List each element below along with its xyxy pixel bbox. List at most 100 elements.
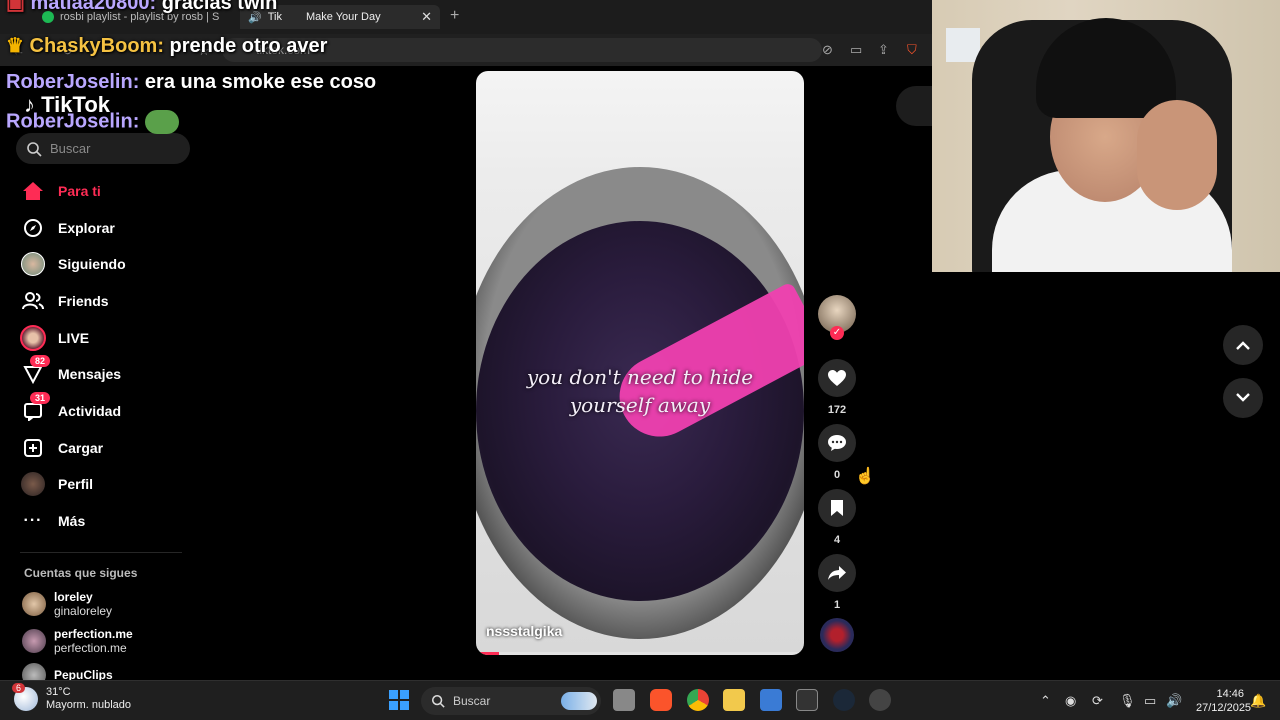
- share-arrow-icon: [828, 566, 846, 580]
- chat-message: RoberJoselin: era una smoke ese coso: [6, 71, 376, 94]
- sidebar-item-label: Perfil: [58, 476, 94, 492]
- sidebar-item-mas[interactable]: ··· Más: [20, 506, 86, 536]
- epic-games-icon[interactable]: [796, 689, 818, 711]
- sync-icon[interactable]: ⟳: [1092, 693, 1103, 709]
- sidebar-item-live[interactable]: LIVE: [20, 323, 89, 353]
- video-player[interactable]: you don't need to hide yourself away nss…: [476, 71, 804, 655]
- microphone-icon[interactable]: 🎙: [1119, 693, 1136, 709]
- hand-image: [1137, 100, 1217, 210]
- chat-user: RoberJoselin:: [6, 110, 140, 133]
- account-handle: ginaloreley: [54, 604, 113, 618]
- activity-badge: 31: [30, 392, 51, 404]
- weather-text: Mayorm. nublado: [46, 699, 131, 711]
- chat-user: RoberJoselin:: [6, 71, 140, 93]
- chat-text: prende otro aver: [169, 35, 328, 57]
- brave-shield-icon[interactable]: ⛉: [907, 42, 917, 58]
- chrome-icon[interactable]: [687, 689, 709, 711]
- tray-overflow-icon[interactable]: ⌃: [1040, 693, 1051, 709]
- chat-text: gracias twin: [161, 0, 278, 14]
- sidebar-item-para-ti[interactable]: Para ti: [20, 176, 101, 206]
- video-author[interactable]: nssstalgika: [486, 623, 562, 639]
- profile-icon: [20, 471, 46, 497]
- obs-icon[interactable]: [869, 689, 891, 711]
- share-icon[interactable]: ⇪: [878, 42, 889, 58]
- weather-widget[interactable]: 6 31°C Mayorm. nublado: [12, 683, 131, 712]
- new-tab-icon[interactable]: +: [450, 7, 459, 25]
- save-button[interactable]: [818, 489, 856, 527]
- sidebar-item-label: Siguiendo: [58, 256, 126, 272]
- search-icon: [27, 141, 42, 157]
- caption-line: yourself away: [569, 393, 711, 417]
- sidebar-divider: [20, 552, 182, 553]
- comment-button[interactable]: [818, 424, 856, 462]
- compass-icon: [20, 215, 46, 241]
- search-input[interactable]: [50, 141, 170, 156]
- like-count: 172: [827, 404, 847, 416]
- next-video-button[interactable]: [1223, 378, 1263, 418]
- close-tab-icon[interactable]: ✕: [421, 9, 432, 25]
- share-button[interactable]: [818, 554, 856, 592]
- clock[interactable]: 14:46 27/12/2025: [1196, 687, 1251, 715]
- sidebar-item-explorar[interactable]: Explorar: [20, 213, 115, 243]
- home-icon: [20, 178, 46, 204]
- frog-emote-icon: [144, 110, 179, 134]
- sidebar-item-label: Actividad: [58, 403, 122, 419]
- temperature: 31°C: [46, 686, 71, 698]
- more-icon: ···: [23, 512, 43, 529]
- sidebar-item-label: Cargar: [58, 440, 104, 456]
- network-icon[interactable]: ▭: [1144, 693, 1156, 709]
- chat-text: era una smoke ese coso: [144, 71, 377, 93]
- sidebar-item-cargar[interactable]: Cargar: [20, 433, 103, 463]
- like-button[interactable]: [818, 359, 856, 397]
- sidebar-item-friends[interactable]: Friends: [20, 286, 109, 316]
- chat-message: ▣ matiaa20800: gracias twin: [6, 0, 277, 15]
- discord-icon[interactable]: ◉: [1065, 693, 1076, 709]
- sidebar-item-actividad[interactable]: 31 Actividad: [20, 392, 122, 426]
- sidebar-item-label: Mensajes: [58, 366, 122, 382]
- account-handle: perfection.me: [54, 641, 127, 655]
- messages-badge: 82: [30, 355, 51, 367]
- brave-browser-icon[interactable]: [650, 689, 672, 711]
- comment-icon: [828, 435, 846, 451]
- chat-user: matiaa20800:: [30, 0, 157, 14]
- cast-icon[interactable]: ▭: [850, 42, 862, 58]
- time: 14:46: [1216, 688, 1244, 700]
- sidebar-item-label: Para ti: [58, 183, 101, 199]
- following-account[interactable]: loreley ginaloreley: [22, 590, 112, 618]
- sidebar-item-label: Friends: [58, 293, 109, 309]
- search-highlight-icon: [561, 692, 597, 710]
- video-progress[interactable]: [476, 652, 804, 655]
- previous-video-button[interactable]: [1223, 325, 1263, 365]
- date: 27/12/2025: [1196, 702, 1252, 714]
- taskbar-search[interactable]: Buscar: [421, 687, 601, 715]
- microsoft-store-icon[interactable]: [760, 689, 782, 711]
- media-icon[interactable]: ⊘: [822, 42, 833, 58]
- steam-icon[interactable]: [833, 689, 855, 711]
- badge-icon: ▣: [6, 0, 25, 14]
- sidebar-item-mensajes[interactable]: 82 Mensajes: [20, 355, 122, 389]
- save-count: 4: [833, 534, 841, 546]
- search-bar[interactable]: [16, 133, 190, 164]
- caption-line: you don't need to hide: [526, 365, 754, 389]
- side-pill[interactable]: [896, 86, 936, 126]
- friends-icon: [20, 288, 46, 314]
- follow-check-icon[interactable]: ✓: [830, 326, 844, 340]
- sidebar-item-perfil[interactable]: Perfil: [20, 469, 93, 499]
- volume-icon[interactable]: 🔊: [1166, 693, 1182, 709]
- search-icon: [431, 694, 445, 708]
- sidebar-item-label: Más: [58, 513, 86, 529]
- hand-cursor-icon: ☝: [855, 468, 875, 485]
- chevron-down-icon: [1236, 393, 1250, 402]
- account-name: perfection.me: [54, 627, 133, 641]
- start-button[interactable]: [389, 690, 409, 710]
- sidebar-item-siguiendo[interactable]: Siguiendo: [20, 249, 126, 279]
- video-progress-fill: [476, 652, 499, 655]
- file-explorer-icon[interactable]: [723, 689, 745, 711]
- following-account[interactable]: perfection.me perfection.me: [22, 627, 133, 655]
- crown-icon: ♛: [6, 35, 24, 57]
- music-disc-icon[interactable]: [820, 618, 854, 652]
- avatar: [22, 592, 46, 616]
- chevron-up-icon: [1236, 341, 1250, 350]
- notifications-icon[interactable]: 🔔: [1250, 693, 1266, 709]
- task-view-icon[interactable]: [613, 689, 635, 711]
